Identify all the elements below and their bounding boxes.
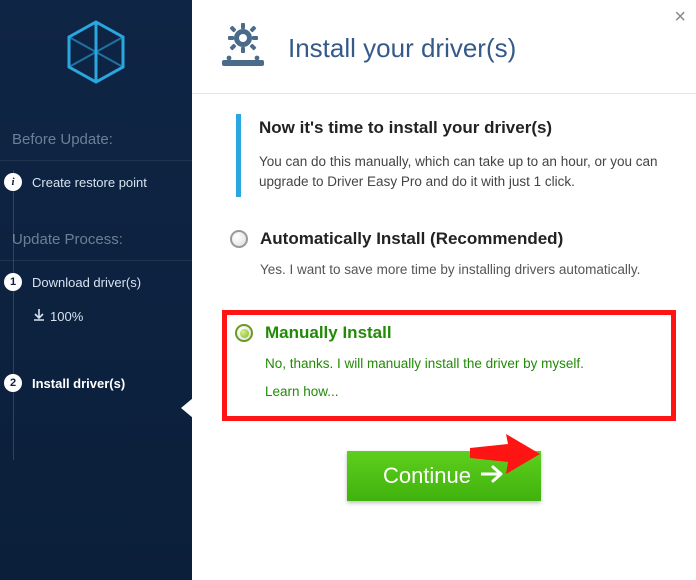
sidebar-connector-line bbox=[13, 170, 14, 460]
step-label: Download driver(s) bbox=[32, 275, 141, 290]
step-create-restore-point: i Create restore point bbox=[0, 161, 192, 203]
download-arrow-icon bbox=[34, 309, 44, 324]
intro-box: Now it's time to install your driver(s) … bbox=[236, 114, 676, 197]
option-auto-install[interactable]: Automatically Install (Recommended) Yes.… bbox=[222, 221, 676, 295]
option-subtitle: Yes. I want to save more time by install… bbox=[230, 249, 666, 285]
gear-install-icon bbox=[216, 22, 270, 75]
radio-checked-icon[interactable] bbox=[235, 324, 253, 342]
close-button[interactable]: × bbox=[674, 6, 686, 29]
page-title: Install your driver(s) bbox=[288, 33, 516, 64]
step-label: Install driver(s) bbox=[32, 376, 125, 391]
continue-wrap: Continue bbox=[192, 451, 696, 501]
progress-value: 100% bbox=[50, 309, 83, 324]
cube-logo-icon bbox=[67, 20, 125, 84]
app-logo bbox=[0, 20, 192, 89]
step-number-2: 2 bbox=[4, 374, 22, 392]
sidebar-section-before: Before Update: bbox=[0, 119, 192, 161]
sidebar: Before Update: i Create restore point Up… bbox=[0, 0, 192, 580]
annotation-red-arrow bbox=[470, 434, 540, 479]
option-subtitle: No, thanks. I will manually install the … bbox=[235, 343, 661, 406]
page-header: Install your driver(s) bbox=[192, 0, 696, 94]
radio-unchecked-icon[interactable] bbox=[230, 230, 248, 248]
intro-body: You can do this manually, which can take… bbox=[259, 152, 666, 193]
learn-how-link[interactable]: Learn how... bbox=[265, 381, 339, 403]
option-title: Automatically Install (Recommended) bbox=[260, 229, 563, 249]
install-options: Automatically Install (Recommended) Yes.… bbox=[192, 221, 696, 422]
step-number-1: 1 bbox=[4, 273, 22, 291]
info-icon: i bbox=[4, 173, 22, 191]
download-progress: 100% bbox=[0, 303, 192, 330]
option-manual-install[interactable]: Manually Install No, thanks. I will manu… bbox=[222, 310, 676, 421]
step-label: Create restore point bbox=[32, 175, 147, 190]
app-window: Before Update: i Create restore point Up… bbox=[0, 0, 696, 580]
option-title: Manually Install bbox=[265, 323, 392, 343]
intro-heading: Now it's time to install your driver(s) bbox=[259, 118, 666, 138]
step-install-drivers: 2 Install driver(s) bbox=[0, 362, 192, 404]
main-panel: × bbox=[192, 0, 696, 580]
sidebar-section-process: Update Process: bbox=[0, 219, 192, 261]
continue-label: Continue bbox=[383, 463, 471, 489]
step-download-drivers: 1 Download driver(s) bbox=[0, 261, 192, 303]
